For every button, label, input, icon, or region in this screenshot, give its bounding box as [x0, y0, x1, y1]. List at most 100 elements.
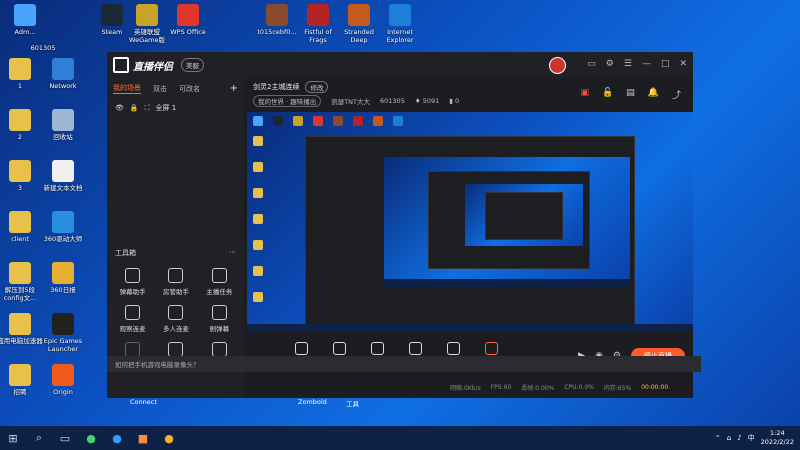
unlock-icon[interactable]: 🔓 [602, 88, 613, 101]
source-icon [294, 342, 308, 355]
desktop-shortcut[interactable]: t015cebf0... [254, 4, 300, 36]
close-button[interactable]: ✕ [679, 59, 687, 69]
scene-item[interactable]: 👁 🔒 ⛶ 全屏 1 [107, 99, 244, 117]
mini-desktop-icon [253, 240, 263, 250]
shortcut-label: Stranded Deep [344, 28, 374, 44]
desk-label-zombold: Zombold [298, 398, 327, 406]
tab-double-click[interactable]: 双击 [153, 84, 167, 94]
shortcut-label: 解压到5段 config文... [3, 286, 37, 302]
windows-start-icon[interactable]: ⊞ [0, 426, 26, 450]
shortcut-icon [9, 262, 31, 284]
desktop-shortcut[interactable]: WPS Office [165, 4, 211, 36]
network-icon[interactable]: ⌂ [727, 434, 731, 442]
settings-icon[interactable]: ⚙ [606, 59, 614, 69]
desktop-shortcut[interactable]: 360日报 [40, 262, 86, 294]
shortcut-icon [52, 160, 74, 182]
clock-date: 2022/2/22 [760, 438, 794, 446]
lock-icon[interactable]: 🔒 [130, 104, 139, 112]
share-icon[interactable]: ⤴ [672, 88, 681, 101]
desktop-shortcut[interactable]: Internet Explorer [377, 4, 423, 44]
tool-item[interactable]: 观察连麦 [111, 305, 154, 333]
tool-label: 弹幕助手 [119, 288, 146, 296]
chat-icon[interactable]: ▭ [587, 59, 596, 69]
live-app-window: 直播伴侣 美服 ▭ ⚙ ☰ — □ ✕ 我的场景 双击 可改名 + 👁 🔒 ⛶ … [107, 52, 701, 398]
shortcut-label: 3 [17, 184, 23, 192]
desktop-shortcut[interactable]: Origin [40, 364, 86, 396]
tool-icon [125, 305, 141, 320]
desktop-shortcut[interactable]: 3 [0, 160, 43, 192]
edit-title-button[interactable]: 修改 [305, 81, 329, 93]
mem-stat: 内存:65% [603, 385, 632, 392]
record-icon[interactable]: ▣ [581, 88, 590, 101]
desktop-shortcut[interactable]: client [0, 211, 43, 243]
mini-desktop-icon [293, 116, 303, 126]
desktop-shortcut[interactable]: 1 [0, 58, 43, 90]
shortcut-icon [9, 109, 31, 131]
tab-rename[interactable]: 可改名 [179, 84, 200, 94]
admin-icon [14, 4, 36, 26]
minimize-button[interactable]: — [642, 59, 651, 69]
tool-item[interactable]: 房管助手 [154, 268, 197, 296]
shortcut-label: Adm... [14, 28, 36, 36]
app-green-icon[interactable]: ● [78, 426, 104, 450]
app-blue-icon[interactable]: ● [104, 426, 130, 450]
desk-label-tools: 工具 [346, 400, 359, 408]
tip-bar[interactable]: 如何把手机游戏电脑录像头？ [107, 356, 701, 372]
mini-desktop-icon [253, 214, 263, 224]
status-stats: 网络:0Kb/s FPS:60 丢帧:0.00% CPU:0.0% 内存:65%… [450, 383, 668, 392]
shortcut-label: client [11, 235, 29, 243]
desktop-shortcut[interactable]: 回收站 [40, 109, 86, 141]
fans-count: ♦ 5091 [414, 97, 440, 105]
tray-chevron-icon[interactable]: ⌃ [715, 434, 721, 442]
tool-icon [168, 342, 184, 357]
mini-desktop-icon [353, 116, 363, 126]
desktop-shortcut[interactable]: Adm... [2, 4, 48, 36]
add-scene-icon[interactable]: + [230, 83, 238, 94]
desktop-shortcut[interactable]: 招聘 [0, 364, 43, 396]
menu-icon[interactable]: ☰ [624, 59, 632, 69]
desktop-shortcut[interactable]: Stranded Deep [336, 4, 382, 44]
window-controls: ▭ ⚙ ☰ — □ ✕ [587, 59, 687, 69]
desktop-shortcut[interactable]: 英雄联盟 WeGame版 [124, 4, 170, 44]
scene-tabs: 我的场景 双击 可改名 + [107, 78, 244, 99]
category-badge[interactable]: 我的世界 · 趣味播出 [253, 95, 322, 107]
tool-item[interactable]: 弹幕助手 [111, 268, 154, 296]
version-badge[interactable]: 美服 [181, 58, 204, 72]
volume-icon[interactable]: ♪ [737, 434, 741, 442]
desktop-shortcut[interactable]: 解压到5段 config文... [0, 262, 43, 302]
lang-indicator[interactable]: 中 [748, 433, 755, 443]
bell-icon[interactable]: 🔔 [648, 88, 659, 101]
layout-icon[interactable]: ▤ [626, 88, 635, 101]
live-app-taskbar-icon[interactable]: ■ [130, 426, 156, 450]
desktop-shortcut[interactable]: 盗用电脑加速器 [0, 313, 43, 345]
desktop-shortcut[interactable]: Network [40, 58, 86, 90]
tool-item[interactable]: 主播任务 [198, 268, 241, 296]
avatar[interactable] [549, 57, 566, 74]
header-icons: ▣ 🔓 ▤ 🔔 ⤴ [581, 88, 681, 101]
toolbox-title: 工具箱 [115, 249, 136, 257]
desktop-shortcut[interactable]: 2 [0, 109, 43, 141]
mini-desktop-icon [333, 116, 343, 126]
desktop-shortcut[interactable]: 新建文本文档 [40, 160, 86, 192]
tool-label: 剧弹幕 [209, 325, 230, 333]
search-icon[interactable]: ⌕ [26, 426, 52, 450]
stream-preview[interactable] [247, 112, 693, 332]
maximize-button[interactable]: □ [661, 59, 670, 69]
desktop-shortcut[interactable]: Epic Games Launcher [40, 313, 86, 353]
shortcut-label: 盗用电脑加速器 [0, 337, 43, 345]
eye-icon[interactable]: 👁 [115, 104, 124, 112]
more-icon[interactable]: ⋯ [229, 248, 236, 258]
source-icon [332, 342, 346, 355]
task-view-icon[interactable]: ▭ [52, 426, 78, 450]
tab-my-scenes[interactable]: 我的场景 [113, 83, 141, 94]
shortcut-label: 360日报 [50, 286, 76, 294]
clock[interactable]: 1:24 2022/2/22 [761, 429, 794, 447]
system-tray: ⌃ ⌂ ♪ 中 1:24 2022/2/22 [715, 426, 794, 450]
app-orange-icon[interactable]: ● [156, 426, 182, 450]
source-icon [370, 342, 384, 355]
desktop-shortcut[interactable]: Fistful of Frags [295, 4, 341, 44]
shortcut-icon [9, 313, 31, 335]
tool-item[interactable]: 剧弹幕 [198, 305, 241, 333]
tool-item[interactable]: 多人连麦 [154, 305, 197, 333]
desktop-shortcut[interactable]: 360驱动大师 [40, 211, 86, 243]
